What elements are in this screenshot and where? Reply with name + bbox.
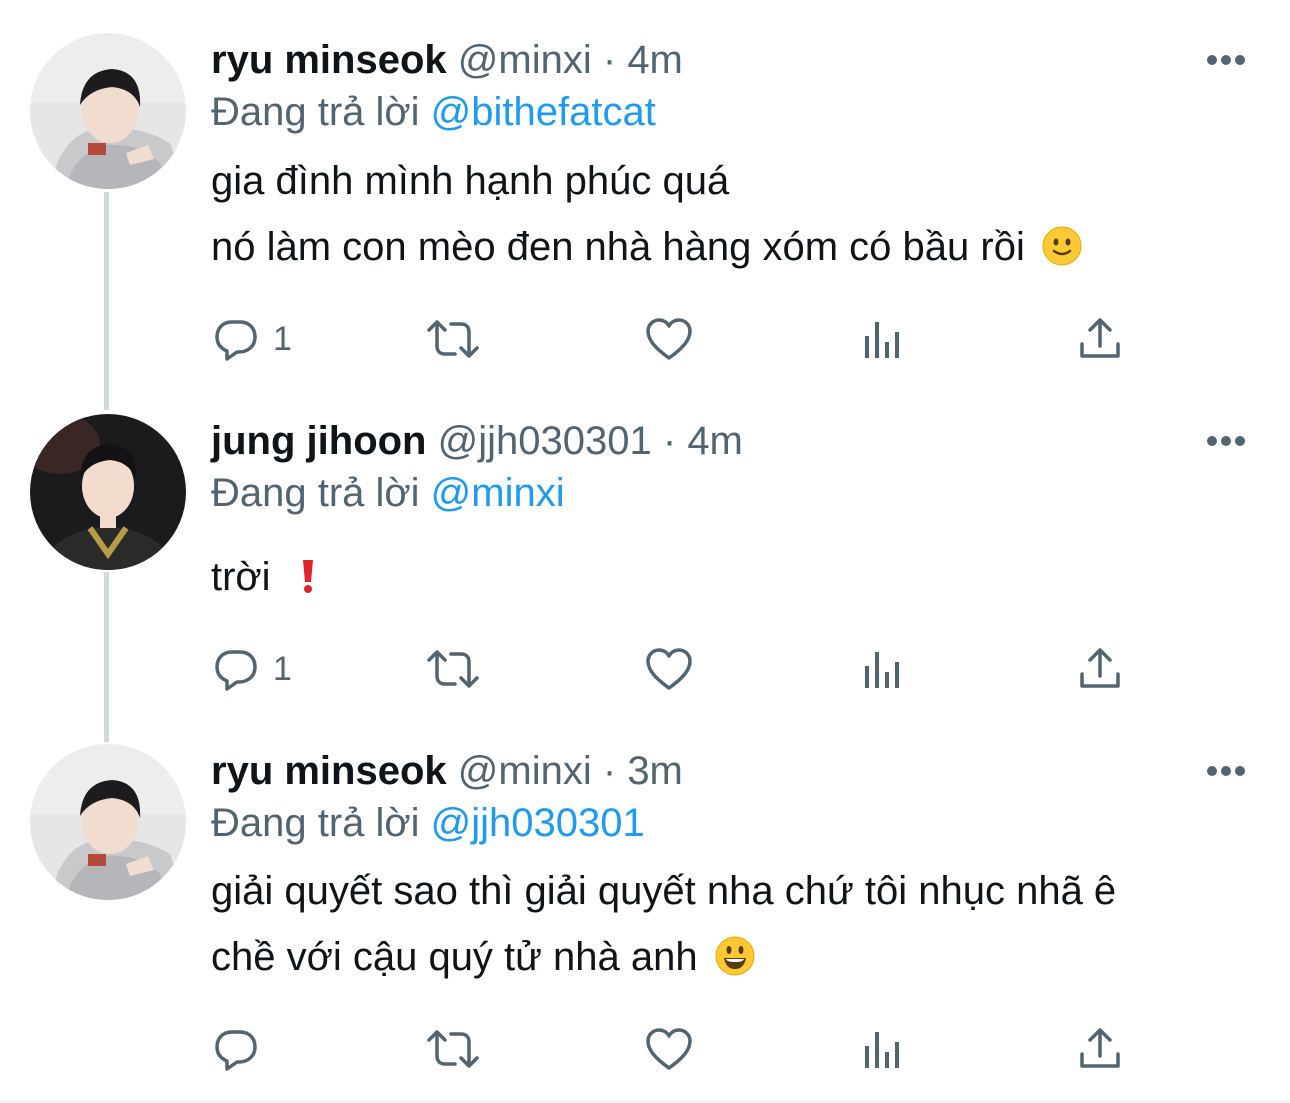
tweet-text-line: gia đình mình hạnh phúc quá: [211, 148, 729, 214]
tweet-text-line: nó làm con mèo đen nhà hàng xóm có bầu r…: [211, 214, 1082, 280]
retweet-button[interactable]: [425, 314, 481, 364]
retweet-icon: [427, 320, 479, 358]
tweet-text: chề với cậu quý tử nhà anh: [211, 935, 698, 979]
replying-to: Đang trả lời @minxi: [211, 469, 565, 517]
like-icon: [646, 1028, 692, 1070]
retweet-button[interactable]: [425, 644, 481, 694]
user-handle[interactable]: @minxi: [458, 749, 592, 793]
views-icon: [865, 322, 899, 358]
display-name[interactable]: jung jihoon: [211, 419, 427, 463]
action-bar: 1: [213, 644, 1133, 694]
separator-dot: ·: [602, 38, 617, 82]
views-button[interactable]: [863, 1024, 905, 1074]
tweet-text-line: giải quyết sao thì giải quyết nha chứ tô…: [211, 858, 1116, 924]
timestamp[interactable]: 4m: [627, 38, 683, 82]
share-icon: [1080, 648, 1120, 688]
slightly-smiling-face-icon: [1042, 226, 1082, 266]
timestamp[interactable]: 4m: [687, 419, 743, 463]
tweet-2[interactable]: SIDIZ jung jihoon @jjh030301 · 4m Đang t…: [0, 400, 1290, 730]
replying-to-prefix: Đang trả lời: [211, 471, 420, 515]
reply-to-handle[interactable]: @jjh030301: [431, 801, 645, 845]
tweet-text: gia đình mình hạnh phúc quá: [211, 159, 730, 203]
tweet-text: giải quyết sao thì giải quyết nha chứ tô…: [211, 869, 1117, 913]
reply-icon: [215, 650, 257, 691]
reply-count: 1: [273, 319, 292, 358]
svg-text:SIDIZ: SIDIZ: [40, 556, 64, 566]
tweet-header: ryu minseok @minxi · 4m: [211, 36, 683, 84]
reply-to-handle[interactable]: @minxi: [431, 471, 565, 515]
retweet-icon: [427, 650, 479, 688]
views-icon: [865, 1032, 899, 1068]
like-button[interactable]: [645, 1024, 693, 1074]
tweet-1[interactable]: ryu minseok @minxi · 4m Đang trả lời @bi…: [0, 0, 1290, 400]
grinning-face-icon: [715, 936, 755, 976]
reply-to-handle[interactable]: @bithefatcat: [431, 90, 656, 134]
retweet-button[interactable]: [425, 1024, 481, 1074]
display-name[interactable]: ryu minseok: [211, 749, 447, 793]
action-bar: [213, 1024, 1133, 1074]
user-handle[interactable]: @jjh030301: [438, 419, 652, 463]
share-button[interactable]: [1078, 314, 1122, 364]
like-button[interactable]: [645, 314, 693, 364]
share-icon: [1080, 1028, 1120, 1068]
views-button[interactable]: [863, 314, 905, 364]
avatar[interactable]: [30, 744, 186, 900]
separator-dot: ·: [602, 749, 617, 793]
share-button[interactable]: [1078, 644, 1122, 694]
reply-button[interactable]: 1: [213, 644, 292, 694]
reply-button[interactable]: [213, 1024, 273, 1074]
views-button[interactable]: [863, 644, 905, 694]
tweet-text: nó làm con mèo đen nhà hàng xóm có bầu r…: [211, 225, 1025, 269]
reply-count: 1: [273, 649, 292, 688]
more-icon[interactable]: [1206, 435, 1246, 447]
replying-to-prefix: Đang trả lời: [211, 90, 420, 134]
retweet-icon: [427, 1030, 479, 1068]
like-icon: [646, 318, 692, 360]
red-exclamation-mark-icon: [302, 560, 313, 593]
avatar[interactable]: [30, 33, 186, 189]
reply-button[interactable]: 1: [213, 314, 292, 364]
tweet-header: ryu minseok @minxi · 3m: [211, 747, 683, 795]
tweet-3[interactable]: ryu minseok @minxi · 3m Đang trả lời @jj…: [0, 730, 1290, 1100]
tweet-text: trời: [211, 555, 271, 599]
replying-to: Đang trả lời @jjh030301: [211, 799, 645, 847]
separator-dot: ·: [662, 419, 677, 463]
reply-icon: [215, 1030, 257, 1071]
more-icon[interactable]: [1206, 765, 1246, 777]
tweet-header: jung jihoon @jjh030301 · 4m: [211, 417, 743, 465]
like-button[interactable]: [645, 644, 693, 694]
replying-to-prefix: Đang trả lời: [211, 801, 420, 845]
tweet-text-line: trời: [211, 544, 320, 610]
more-icon[interactable]: [1206, 54, 1246, 66]
display-name[interactable]: ryu minseok: [211, 38, 447, 82]
action-bar: 1: [213, 314, 1133, 364]
share-icon: [1080, 318, 1120, 358]
share-button[interactable]: [1078, 1024, 1122, 1074]
replying-to: Đang trả lời @bithefatcat: [211, 88, 656, 136]
avatar[interactable]: SIDIZ: [30, 414, 186, 570]
like-icon: [646, 648, 692, 690]
tweet-text-line: chề với cậu quý tử nhà anh: [211, 924, 755, 990]
reply-icon: [215, 320, 257, 361]
user-handle[interactable]: @minxi: [458, 38, 592, 82]
timestamp[interactable]: 3m: [627, 749, 683, 793]
views-icon: [865, 652, 899, 688]
